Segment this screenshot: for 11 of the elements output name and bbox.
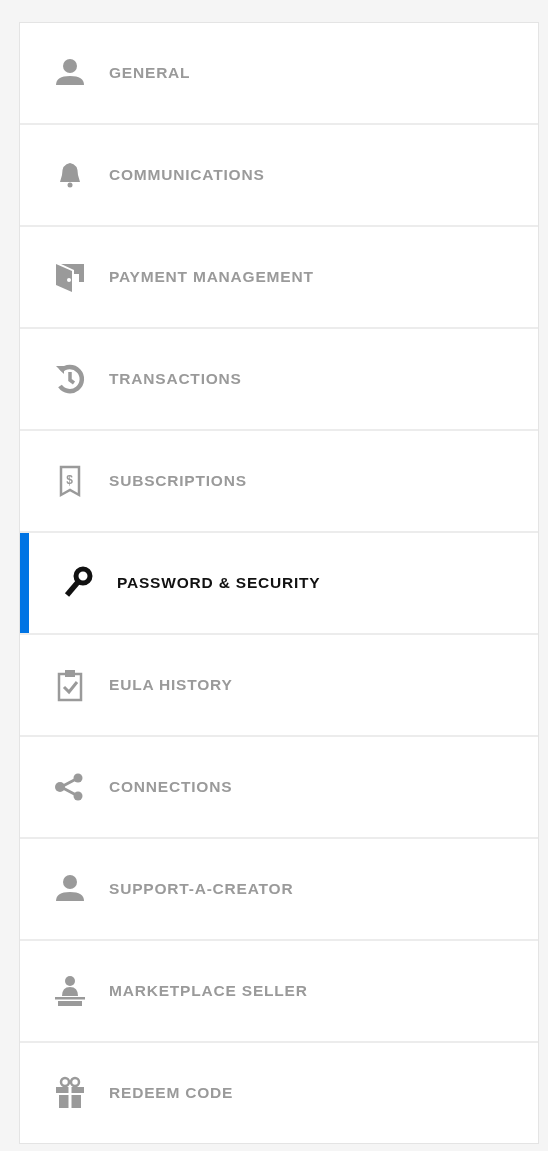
menu-item[interactable]: $ SUBSCRIPTIONS (20, 431, 538, 533)
menu-item[interactable]: EULA HISTORY (20, 635, 538, 737)
menu-item[interactable]: CONNECTIONS (20, 737, 538, 839)
menu-item[interactable]: GENERAL (20, 23, 538, 125)
menu-item[interactable]: REDEEM CODE (20, 1043, 538, 1143)
menu-item[interactable]: COMMUNICATIONS (20, 125, 538, 227)
menu-item[interactable]: PASSWORD & SECURITY (20, 533, 538, 635)
menu-item[interactable]: MARKETPLACE SELLER (20, 941, 538, 1043)
menu-item[interactable]: PAYMENT MANAGEMENT (20, 227, 538, 329)
menu-item[interactable]: SUPPORT-A-CREATOR (20, 839, 538, 941)
menu-item[interactable]: TRANSACTIONS (20, 329, 538, 431)
